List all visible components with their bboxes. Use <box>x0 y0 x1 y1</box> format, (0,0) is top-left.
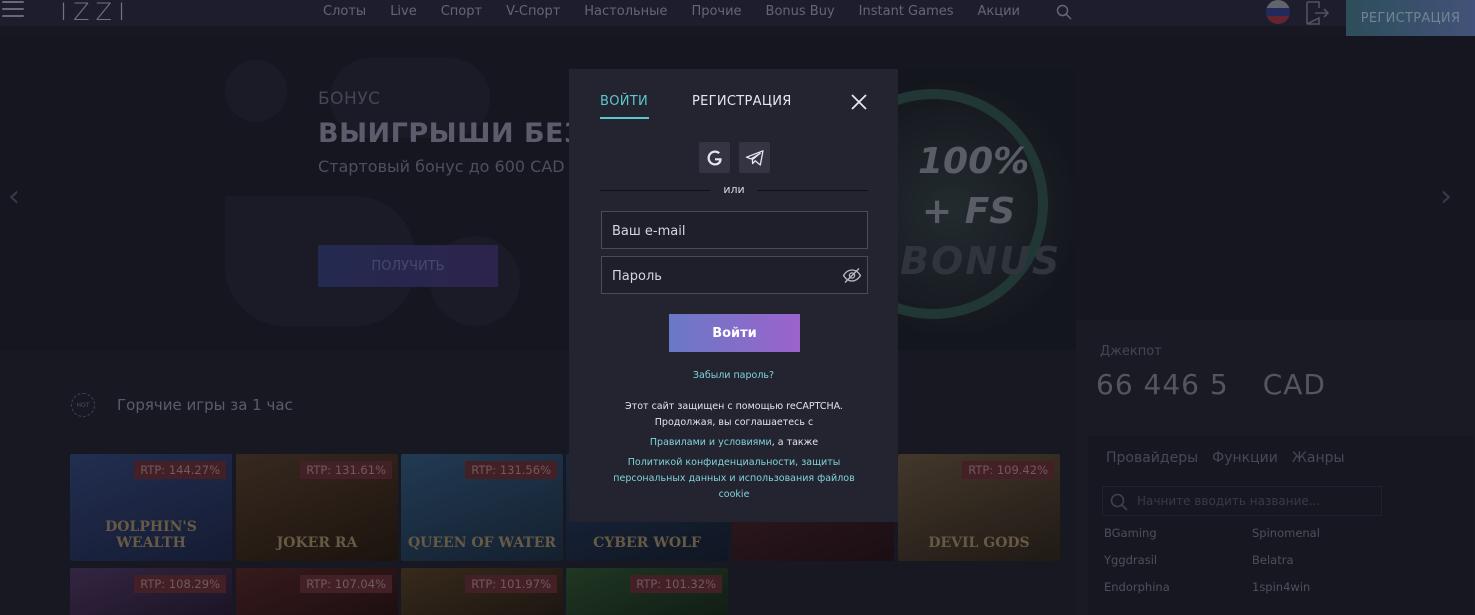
privacy-policy-link[interactable]: Политикой конфиденциальности, защиты пер… <box>599 455 869 503</box>
eye-off-icon[interactable] <box>842 267 862 284</box>
telegram-icon <box>745 149 764 166</box>
login-submit-button[interactable]: Войти <box>669 314 800 352</box>
tab-login[interactable]: ВОЙТИ <box>600 94 648 109</box>
google-login-button[interactable] <box>699 142 730 173</box>
email-field <box>601 211 868 249</box>
divider-line <box>600 190 710 191</box>
recaptcha-legal-text: Этот сайт защищен с помощью reCAPTCHA. П… <box>599 399 869 503</box>
legal-line-2: Продолжая, вы соглашаетесь с <box>654 417 814 428</box>
tab-register[interactable]: РЕГИСТРАЦИЯ <box>692 94 792 109</box>
telegram-login-button[interactable] <box>739 142 770 173</box>
legal-and-text: , а также <box>771 437 819 448</box>
divider-line <box>757 190 868 191</box>
password-field <box>601 256 868 294</box>
active-tab-indicator <box>600 117 649 119</box>
or-label: или <box>723 183 745 196</box>
password-input[interactable] <box>612 266 832 286</box>
legal-line-1: Этот сайт защищен с помощью reCAPTCHA. <box>625 401 843 412</box>
legal-line-3: Правилами и условиями, а также <box>599 435 869 451</box>
email-input[interactable] <box>612 221 832 241</box>
login-modal: ВОЙТИ РЕГИСТРАЦИЯ или Войти Забыли парол… <box>569 69 898 522</box>
forgot-password-link[interactable]: Забыли пароль? <box>569 370 898 381</box>
terms-link[interactable]: Правилами и условиями <box>650 437 772 448</box>
google-icon <box>707 150 722 165</box>
close-icon[interactable] <box>850 93 868 111</box>
